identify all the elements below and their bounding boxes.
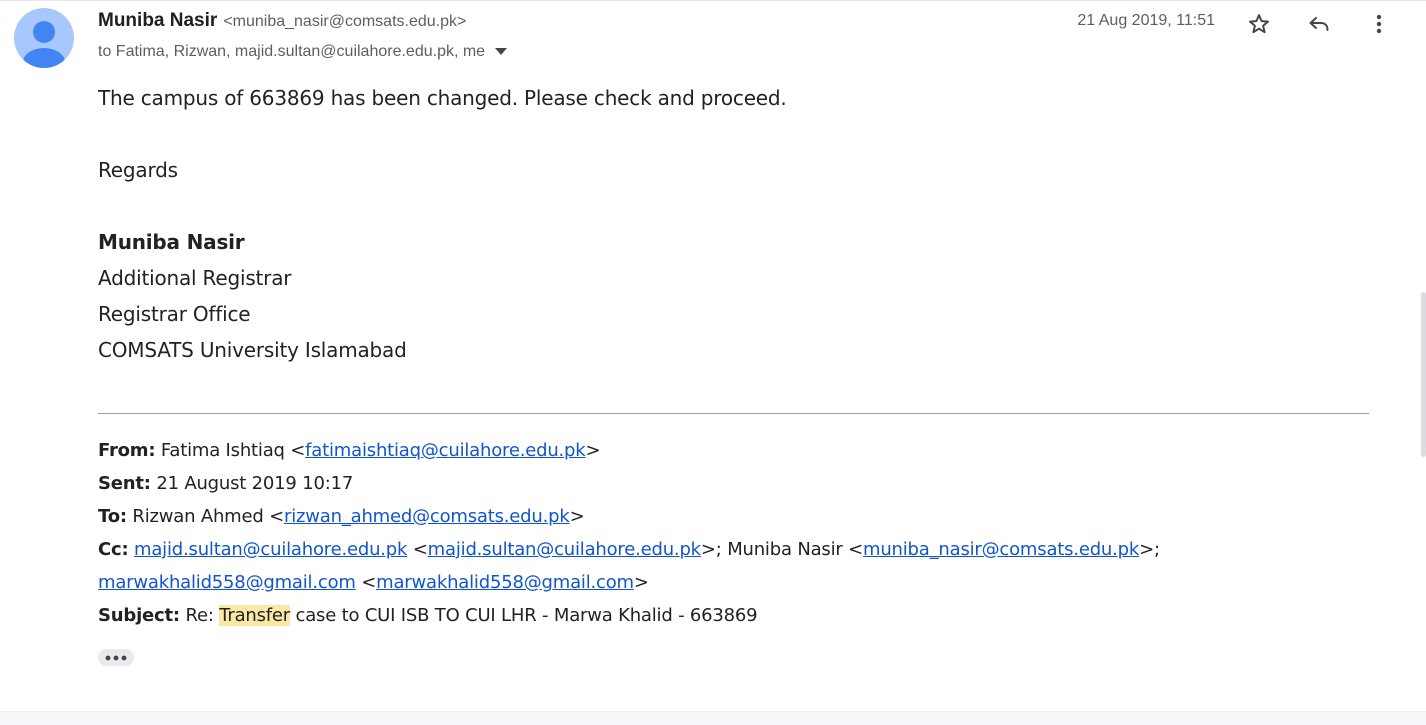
cc-separator-3: >; <box>1139 539 1160 560</box>
star-button[interactable] <box>1241 6 1277 42</box>
more-horiz-icon <box>105 655 127 660</box>
to-label: To: <box>98 506 127 527</box>
cc-separator-1: < <box>407 539 428 560</box>
sender-email: <muniba_nasir@comsats.edu.pk> <box>223 13 467 30</box>
from-label: From: <box>98 440 156 461</box>
sender-avatar[interactable] <box>14 8 74 68</box>
star-icon <box>1249 14 1269 34</box>
top-divider <box>0 0 1426 1</box>
show-trimmed-content-button[interactable] <box>98 649 134 666</box>
signature-office: Registrar Office <box>98 302 251 326</box>
body-regards: Regards <box>98 158 178 182</box>
subject-highlight: Transfer <box>219 605 290 626</box>
cc-separator-2: >; Muniba Nasir < <box>700 539 863 560</box>
quoted-cc-continued: marwakhalid558@gmail.com <marwakhalid558… <box>98 572 649 593</box>
cc-close: > <box>633 572 649 593</box>
recipients-row: to Fatima, Rizwan, majid.sultan@cuilahor… <box>98 42 511 62</box>
sent-label: Sent: <box>98 473 151 494</box>
to-email-link[interactable]: rizwan_ahmed@comsats.edu.pk <box>284 506 570 527</box>
to-close: > <box>569 506 585 527</box>
quoted-cc: Cc: majid.sultan@cuilahore.edu.pk <majid… <box>98 539 1160 560</box>
quoted-divider <box>98 413 1369 414</box>
sender-row: Muniba Nasir <muniba_nasir@comsats.edu.pk… <box>98 10 466 36</box>
reply-icon <box>1309 17 1329 31</box>
cc-email-link-1[interactable]: majid.sultan@cuilahore.edu.pk <box>134 539 407 560</box>
recipients-text: to Fatima, Rizwan, majid.sultan@cuilahor… <box>98 43 486 60</box>
quoted-to: To: Rizwan Ahmed <rizwan_ahmed@comsats.e… <box>98 506 585 527</box>
scrollbar-thumb[interactable] <box>1421 292 1426 457</box>
more-vert-icon <box>1376 14 1382 34</box>
quoted-from: From: Fatima Ishtiaq <fatimaishtiaq@cuil… <box>98 440 601 461</box>
cc-email-link-2[interactable]: majid.sultan@cuilahore.edu.pk <box>428 539 701 560</box>
cc-email-link-3[interactable]: muniba_nasir@comsats.edu.pk <box>863 539 1139 560</box>
message-date: 21 Aug 2019, 11:51 <box>1077 12 1215 29</box>
more-options-button[interactable] <box>1361 6 1397 42</box>
avatar-icon <box>23 21 65 68</box>
quoted-subject: Subject: Re: Transfer case to CUI ISB TO… <box>98 605 758 626</box>
subject-prefix: Re: <box>185 605 220 626</box>
signature-name: Muniba Nasir <box>98 230 245 254</box>
cc-email-link-5[interactable]: marwakhalid558@gmail.com <box>376 572 634 593</box>
reply-button[interactable] <box>1301 6 1337 42</box>
sender-name[interactable]: Muniba Nasir <box>98 10 217 31</box>
chevron-down-icon <box>495 48 508 55</box>
cc-label: Cc: <box>98 539 129 560</box>
from-email-link[interactable]: fatimaishtiaq@cuilahore.edu.pk <box>305 440 586 461</box>
sent-value: 21 August 2019 10:17 <box>156 473 354 494</box>
bottom-strip <box>0 711 1426 725</box>
to-name: Rizwan Ahmed < <box>132 506 284 527</box>
subject-label: Subject: <box>98 605 180 626</box>
cc-email-link-4[interactable]: marwakhalid558@gmail.com <box>98 572 356 593</box>
signature-organization: COMSATS University Islamabad <box>98 338 407 362</box>
quoted-sent: Sent: 21 August 2019 10:17 <box>98 473 353 494</box>
from-name: Fatima Ishtiaq < <box>160 440 306 461</box>
body-line-1: The campus of 663869 has been changed. P… <box>98 86 787 110</box>
signature-title: Additional Registrar <box>98 266 292 290</box>
subject-rest: case to CUI ISB TO CUI LHR - Marwa Khali… <box>290 605 758 626</box>
details-dropdown-button[interactable] <box>491 42 511 62</box>
cc-separator-4: < <box>355 572 377 593</box>
from-close: > <box>585 440 601 461</box>
